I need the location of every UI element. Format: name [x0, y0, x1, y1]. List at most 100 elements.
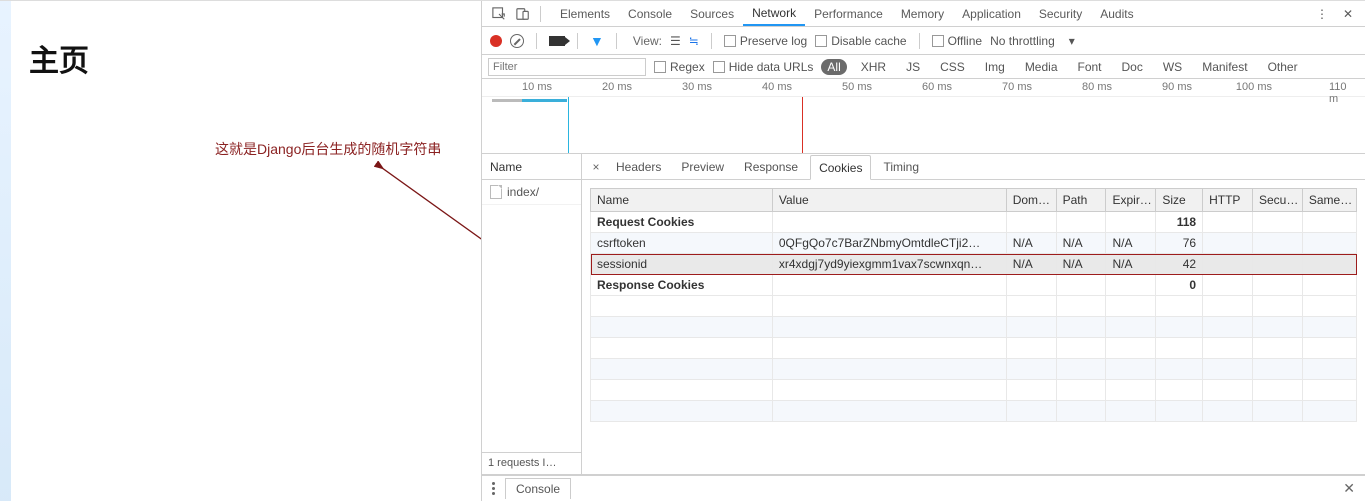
- response-cookies-header-row: Response Cookies 0: [591, 275, 1357, 296]
- document-icon: [490, 185, 502, 199]
- filter-type-js[interactable]: JS: [900, 59, 926, 75]
- devtools-panel: Elements Console Sources Network Perform…: [481, 1, 1365, 501]
- filter-type-other[interactable]: Other: [1262, 59, 1304, 75]
- offline-checkbox[interactable]: Offline: [932, 34, 982, 48]
- preserve-log-checkbox[interactable]: Preserve log: [724, 34, 807, 48]
- close-devtools-icon[interactable]: ✕: [1337, 4, 1359, 24]
- empty-row: [591, 296, 1357, 317]
- col-domain[interactable]: Dom…: [1006, 189, 1056, 212]
- window-edge-glow: [0, 1, 11, 501]
- timeline-bar: [522, 99, 567, 102]
- filter-type-all[interactable]: All: [821, 59, 846, 75]
- tab-elements[interactable]: Elements: [551, 1, 619, 26]
- throttling-select[interactable]: No throttling: [990, 34, 1055, 48]
- request-cookies-header-row: Request Cookies 118: [591, 212, 1357, 233]
- col-size[interactable]: Size: [1156, 189, 1203, 212]
- detail-tab-response[interactable]: Response: [736, 154, 806, 179]
- regex-checkbox[interactable]: Regex: [654, 60, 705, 74]
- screenshot-icon[interactable]: [549, 36, 565, 46]
- requests-header[interactable]: Name: [482, 154, 581, 180]
- requests-footer: 1 requests I…: [482, 452, 581, 474]
- detail-tab-cookies[interactable]: Cookies: [810, 155, 871, 180]
- cookie-name: csrftoken: [591, 233, 773, 254]
- col-expires[interactable]: Expir…: [1106, 189, 1156, 212]
- kebab-menu-icon[interactable]: ⋮: [1311, 4, 1333, 24]
- network-main: Name index/ 1 requests I… × Headers Prev…: [482, 154, 1365, 475]
- disable-cache-checkbox[interactable]: Disable cache: [815, 34, 906, 48]
- timeline-tick: 10 ms: [522, 81, 552, 93]
- hide-data-urls-checkbox[interactable]: Hide data URLs: [713, 60, 814, 74]
- detail-tab-headers[interactable]: Headers: [608, 154, 669, 179]
- hide-data-urls-label: Hide data URLs: [729, 60, 814, 74]
- drawer-menu-icon[interactable]: [488, 482, 499, 495]
- timeline-tick: 20 ms: [602, 81, 632, 93]
- record-button[interactable]: [490, 35, 502, 47]
- filter-type-xhr[interactable]: XHR: [855, 59, 892, 75]
- response-cookies-total: 0: [1156, 275, 1203, 296]
- drawer-tab-console[interactable]: Console: [505, 478, 571, 499]
- requests-column: Name index/ 1 requests I…: [482, 154, 582, 474]
- tab-audits[interactable]: Audits: [1091, 1, 1142, 26]
- toolbar-sep-3: [616, 33, 617, 49]
- cookie-row[interactable]: csrftoken 0QFgQo7c7BarZNbmyOmtdleCTji2… …: [591, 233, 1357, 254]
- cookie-size: 42: [1156, 254, 1203, 275]
- large-rows-icon[interactable]: ☰: [670, 34, 681, 48]
- offline-label: Offline: [948, 34, 982, 48]
- tab-security[interactable]: Security: [1030, 1, 1091, 26]
- cookie-size: 76: [1156, 233, 1203, 254]
- empty-row: [591, 338, 1357, 359]
- request-detail-column: × Headers Preview Response Cookies Timin…: [582, 154, 1365, 474]
- timeline-tick: 50 ms: [842, 81, 872, 93]
- drawer-close-icon[interactable]: ✕: [1339, 480, 1359, 497]
- detail-tab-preview[interactable]: Preview: [673, 154, 732, 179]
- filter-type-css[interactable]: CSS: [934, 59, 971, 75]
- request-name: index/: [507, 185, 539, 199]
- detail-tab-timing[interactable]: Timing: [875, 154, 927, 179]
- devtools-topbar: Elements Console Sources Network Perform…: [482, 1, 1365, 27]
- page-content: 主页 这就是Django后台生成的随机字符串: [11, 1, 481, 501]
- tab-memory[interactable]: Memory: [892, 1, 953, 26]
- filter-toggle-icon[interactable]: ▼: [590, 33, 604, 49]
- col-name[interactable]: Name: [591, 189, 773, 212]
- inspect-element-icon[interactable]: [488, 4, 510, 24]
- col-value[interactable]: Value: [772, 189, 1006, 212]
- timeline-tick: 40 ms: [762, 81, 792, 93]
- tab-performance[interactable]: Performance: [805, 1, 892, 26]
- close-detail-icon[interactable]: ×: [588, 160, 604, 174]
- filter-type-img[interactable]: Img: [979, 59, 1011, 75]
- col-secure[interactable]: Secu…: [1252, 189, 1302, 212]
- cookie-expires: N/A: [1106, 233, 1156, 254]
- tab-console[interactable]: Console: [619, 1, 681, 26]
- empty-row: [591, 401, 1357, 422]
- filter-type-media[interactable]: Media: [1019, 59, 1064, 75]
- cookie-expires: N/A: [1106, 254, 1156, 275]
- filter-type-font[interactable]: Font: [1072, 59, 1108, 75]
- filter-type-ws[interactable]: WS: [1157, 59, 1188, 75]
- timeline-domcontent-mark: [568, 97, 569, 153]
- toolbar-sep-2: [577, 33, 578, 49]
- filter-type-doc[interactable]: Doc: [1116, 59, 1149, 75]
- cookies-table-area: Name Value Dom… Path Expir… Size HTTP Se…: [582, 180, 1365, 474]
- cookie-domain: N/A: [1006, 254, 1056, 275]
- filter-type-list: XHR JS CSS Img Media Font Doc WS Manifes…: [855, 59, 1304, 75]
- request-cookies-total: 118: [1156, 212, 1203, 233]
- clear-button[interactable]: [510, 34, 524, 48]
- waterfall-icon[interactable]: ≒: [689, 34, 699, 48]
- cookie-name: sessionid: [591, 254, 773, 275]
- col-path[interactable]: Path: [1056, 189, 1106, 212]
- device-toggle-icon[interactable]: [512, 4, 534, 24]
- throttling-chevron-icon[interactable]: ▾: [1069, 34, 1075, 48]
- cookie-row-sessionid[interactable]: sessionid xr4xdgj7yd9yiexgmm1vax7scwnxqn…: [591, 254, 1357, 275]
- network-timeline[interactable]: 10 ms 20 ms 30 ms 40 ms 50 ms 60 ms 70 m…: [482, 79, 1365, 154]
- col-samesite[interactable]: Same…: [1302, 189, 1356, 212]
- tab-application[interactable]: Application: [953, 1, 1030, 26]
- timeline-tick: 80 ms: [1082, 81, 1112, 93]
- tab-sources[interactable]: Sources: [681, 1, 743, 26]
- tab-network[interactable]: Network: [743, 1, 805, 26]
- request-row[interactable]: index/: [482, 180, 581, 205]
- filter-input[interactable]: [488, 58, 646, 76]
- disable-cache-label: Disable cache: [831, 34, 906, 48]
- cookie-path: N/A: [1056, 233, 1106, 254]
- filter-type-manifest[interactable]: Manifest: [1196, 59, 1253, 75]
- col-http[interactable]: HTTP: [1203, 189, 1253, 212]
